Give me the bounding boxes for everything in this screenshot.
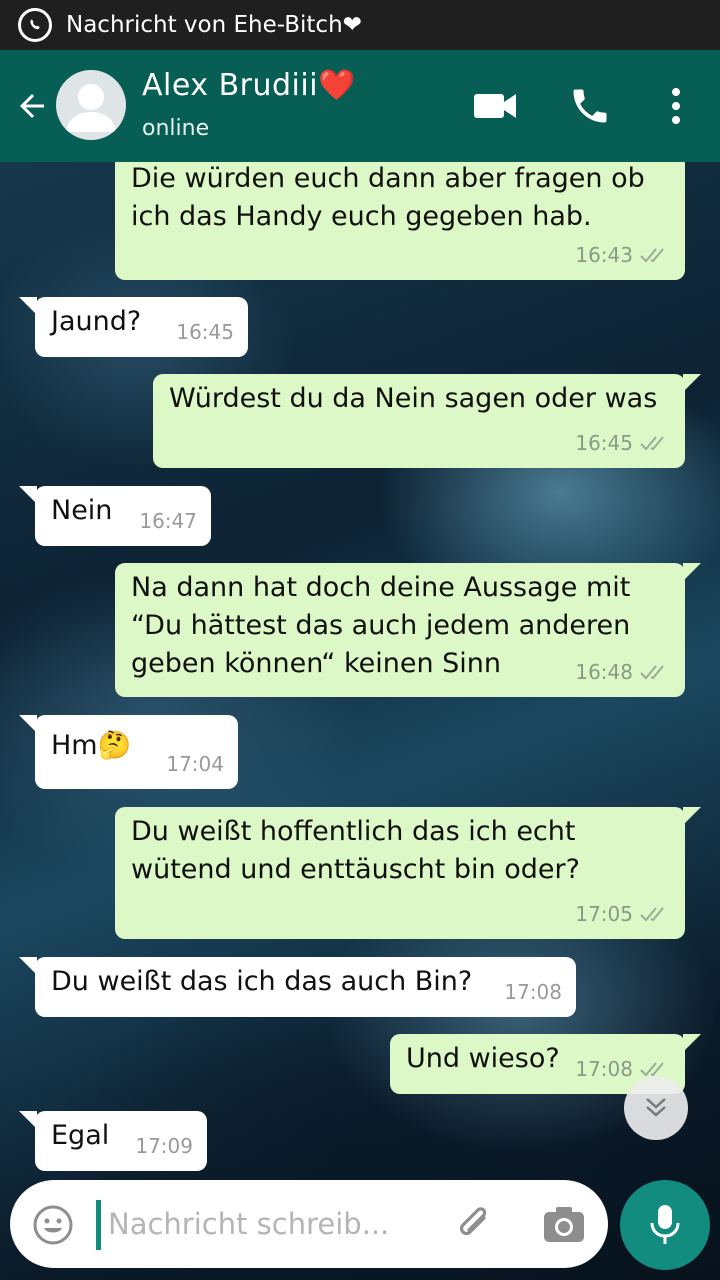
message-time: 17:08: [504, 980, 562, 1004]
message-bubble-outgoing[interactable]: Würdest du da Nein sagen oder was 16:45: [153, 374, 701, 468]
double-check-icon: [640, 665, 664, 680]
message-time: 16:43: [575, 243, 633, 267]
message-bubble-incoming[interactable]: Hm🤔 17:04: [19, 715, 238, 789]
emoji-icon[interactable]: [32, 1204, 74, 1246]
message-text: Würdest du da Nein sagen oder was: [169, 383, 658, 414]
notification-bar[interactable]: Nachricht von Ehe-Bitch❤: [0, 0, 720, 50]
message-bubble-incoming[interactable]: Jaund? 16:45: [19, 297, 248, 357]
mic-button[interactable]: [620, 1180, 710, 1270]
avatar[interactable]: [56, 70, 126, 140]
message-time: 16:47: [139, 509, 197, 533]
phone-icon[interactable]: [568, 84, 612, 128]
message-time: 16:45: [575, 431, 633, 455]
message-input[interactable]: [108, 1198, 438, 1250]
back-arrow-icon[interactable]: [14, 88, 50, 124]
message-bubble-incoming[interactable]: Du weißt das ich das auch Bin? 17:08: [19, 957, 576, 1017]
message-text: Du weißt das ich das auch Bin?: [51, 966, 473, 997]
contact-name[interactable]: Alex Brudiii❤️: [142, 68, 356, 103]
message-text: Du weißt hoffentlich das ich echt wütend…: [131, 816, 580, 885]
video-call-icon[interactable]: [472, 86, 520, 126]
message-composer: [10, 1180, 608, 1268]
message-bubble-outgoing[interactable]: Na dann hat doch deine Aussage mit “Du h…: [115, 563, 701, 697]
double-check-icon: [640, 436, 664, 451]
message-time: 16:45: [176, 320, 234, 344]
contact-status: online: [142, 116, 210, 141]
message-bubble-outgoing[interactable]: Du weißt hoffentlich das ich echt wütend…: [115, 807, 701, 939]
chat-header: Alex Brudiii❤️ online: [0, 50, 720, 162]
message-bubble-incoming[interactable]: Egal 17:09: [19, 1111, 207, 1171]
message-time: 17:08: [575, 1057, 633, 1081]
message-time: 17:04: [166, 752, 224, 776]
message-bubble-outgoing[interactable]: Die würden euch dann aber fragen ob ich …: [115, 162, 685, 280]
message-bubble-incoming[interactable]: Nein 16:47: [19, 486, 211, 546]
camera-icon[interactable]: [542, 1204, 586, 1246]
double-chevron-down-icon: [646, 1098, 666, 1117]
message-time: 17:09: [135, 1134, 193, 1158]
message-text: Die würden euch dann aber fragen ob ich …: [131, 163, 645, 232]
mic-icon: [650, 1205, 680, 1244]
scroll-to-bottom-button[interactable]: [624, 1076, 688, 1140]
double-check-icon: [640, 907, 664, 922]
message-time: 17:05: [575, 902, 633, 926]
chat-area[interactable]: Die würden euch dann aber fragen ob ich …: [0, 162, 720, 1280]
notification-text: Nachricht von Ehe-Bitch❤: [66, 12, 362, 38]
double-check-icon: [640, 248, 664, 263]
message-time: 16:48: [575, 660, 633, 684]
text-cursor: [96, 1200, 101, 1250]
more-vert-icon[interactable]: [664, 84, 688, 128]
attach-icon[interactable]: [454, 1204, 496, 1246]
whatsapp-icon: [18, 8, 52, 42]
